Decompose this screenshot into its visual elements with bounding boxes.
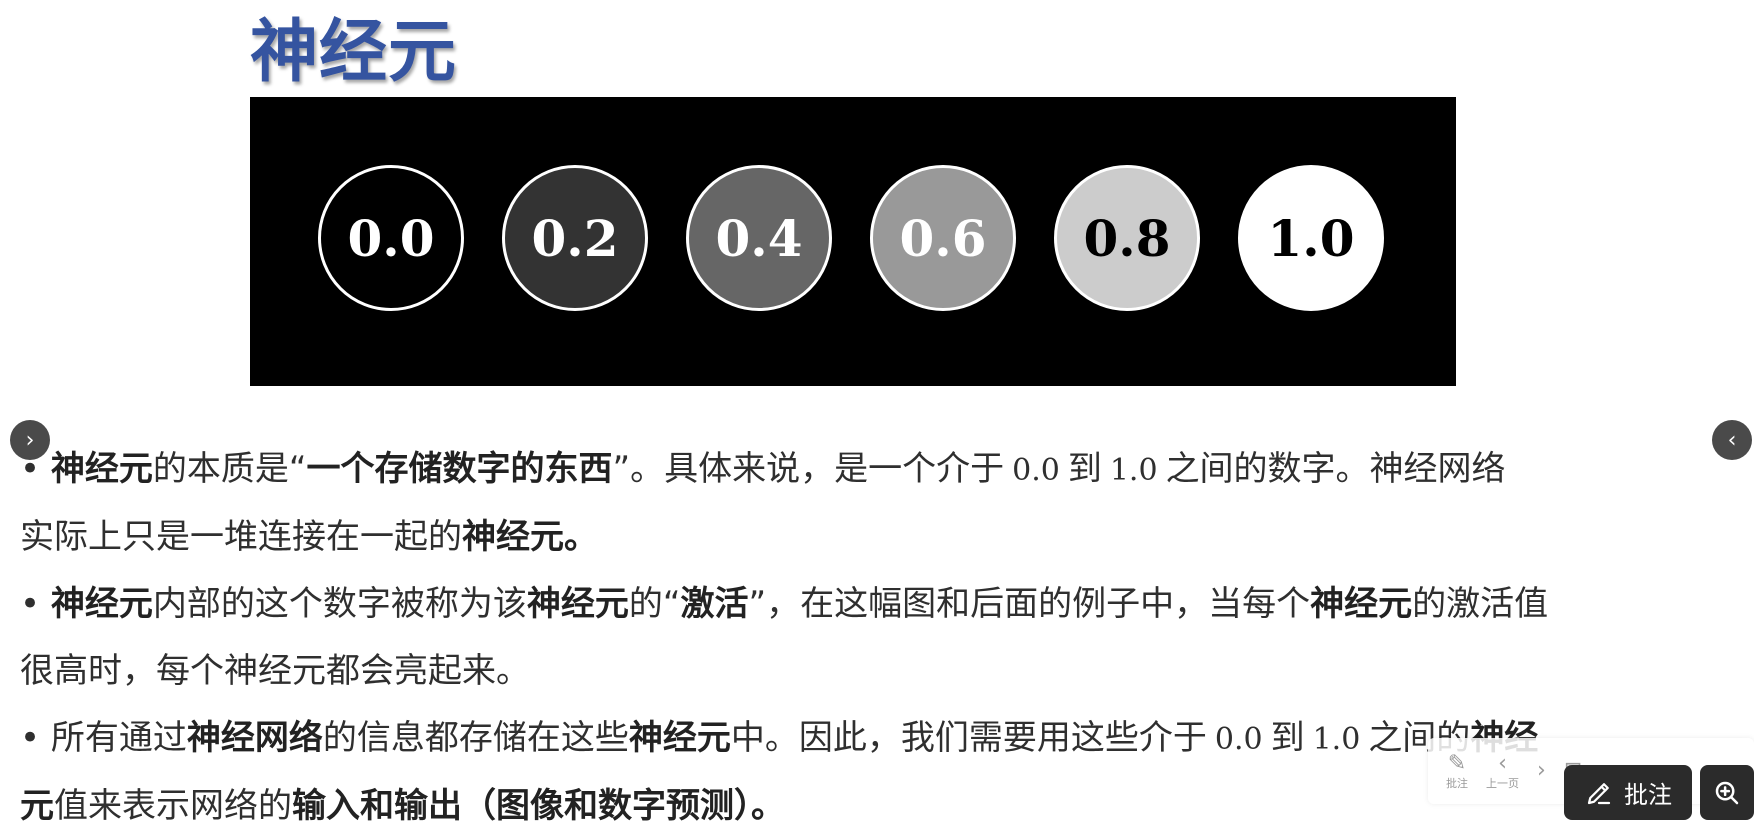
neuron-circle: 0.2 [502,165,648,311]
text-run: 输入和输出 [292,786,462,826]
zoom-in-icon [1715,781,1739,804]
number-value: 0.0 [1012,453,1060,488]
text-run: 的信息都存储在这些 [322,718,629,758]
neuron-circle: 0.4 [686,165,832,311]
text-run: 内部的这个数字被称为该 [152,584,527,624]
text-run: 神经元 [1310,584,1413,624]
toolbar-item[interactable]: ✎ 批注 [1446,751,1468,791]
text-line: 很高时，每个神经元都会亮起来。 [20,638,1754,705]
number-value: 1.0 [1312,722,1361,757]
text-run: • [20,449,51,489]
text-run: （图像和数字预测）。 [462,786,785,826]
text-run: • 所有通过 [20,718,187,758]
text-run: 之间的数字。神经网络 [1165,449,1506,489]
annotate-label: 批注 [1624,781,1672,809]
text-run: 元 [20,786,54,826]
text-run: 到 [1067,449,1102,489]
number-value: 0.0 [1214,722,1263,757]
toolbar-item-label: 上一页 [1486,777,1519,790]
text-run: 的“ [628,584,681,624]
text-run: ”。具体来说，是一个介于 [612,449,1005,489]
text-run: 神经元 [50,449,153,489]
text-run: ”，在这幅图和后面的例子中，当每个 [748,584,1311,624]
text-run: 神经元 [628,718,731,758]
text-run: 激活 [680,584,749,624]
neuron-circle: 1.0 [1238,165,1384,311]
text-run: 中。因此，我们需要用这些介于 [730,718,1207,758]
text-run: 一个存储数字的东西 [306,449,613,489]
text-line: 实际上只是一堆连接在一起的神经元。 [20,504,1754,571]
text-run: 值来表示网络的 [54,786,292,826]
zoom-in-button[interactable] [1700,765,1754,820]
text-run: 神经元。 [462,517,598,557]
text-run: 的本质是“ [152,449,307,489]
text-run: 神经网络 [186,718,323,758]
text-run: 到 [1270,718,1305,758]
toolbar-item-label: 批注 [1446,777,1468,790]
toolbar-item[interactable]: › [1537,758,1546,784]
text-run: 很高时，每个神经元都会亮起来。 [20,651,530,691]
text-run: • [20,584,51,624]
annotate-button[interactable]: 批注 [1564,765,1692,820]
pen-icon: ✎ [1447,751,1467,776]
text-run: 的激活值 [1412,584,1549,624]
prev-page-icon: ‹ [1498,751,1507,776]
text-run: 实际上只是一堆连接在一起的 [20,517,462,557]
next-page-icon: › [1537,758,1546,783]
neuron-circle: 0.6 [870,165,1016,311]
neuron-circle: 0.8 [1054,165,1200,311]
slide-viewer: 神经元 0.0 0.2 0.4 0.6 0.8 1.0 › ‹ • 神经元的本质… [0,0,1754,832]
text-run: 神经元 [50,584,153,624]
slide-title: 神经元 [250,13,458,92]
neuron-circle: 0.0 [318,165,464,311]
text-run: 神经元 [526,584,629,624]
neuron-activation-figure: 0.0 0.2 0.4 0.6 0.8 1.0 [250,97,1456,386]
text-line: • 神经元内部的这个数字被称为该神经元的“激活”，在这幅图和后面的例子中，当每个… [20,571,1754,638]
number-value: 1.0 [1109,453,1158,488]
pen-icon [1587,782,1611,804]
text-line: • 神经元的本质是“一个存储数字的东西”。具体来说，是一个介于 0.0 到 1.0 之间… [20,436,1754,504]
toolbar-item[interactable]: ‹ 上一页 [1486,751,1519,791]
